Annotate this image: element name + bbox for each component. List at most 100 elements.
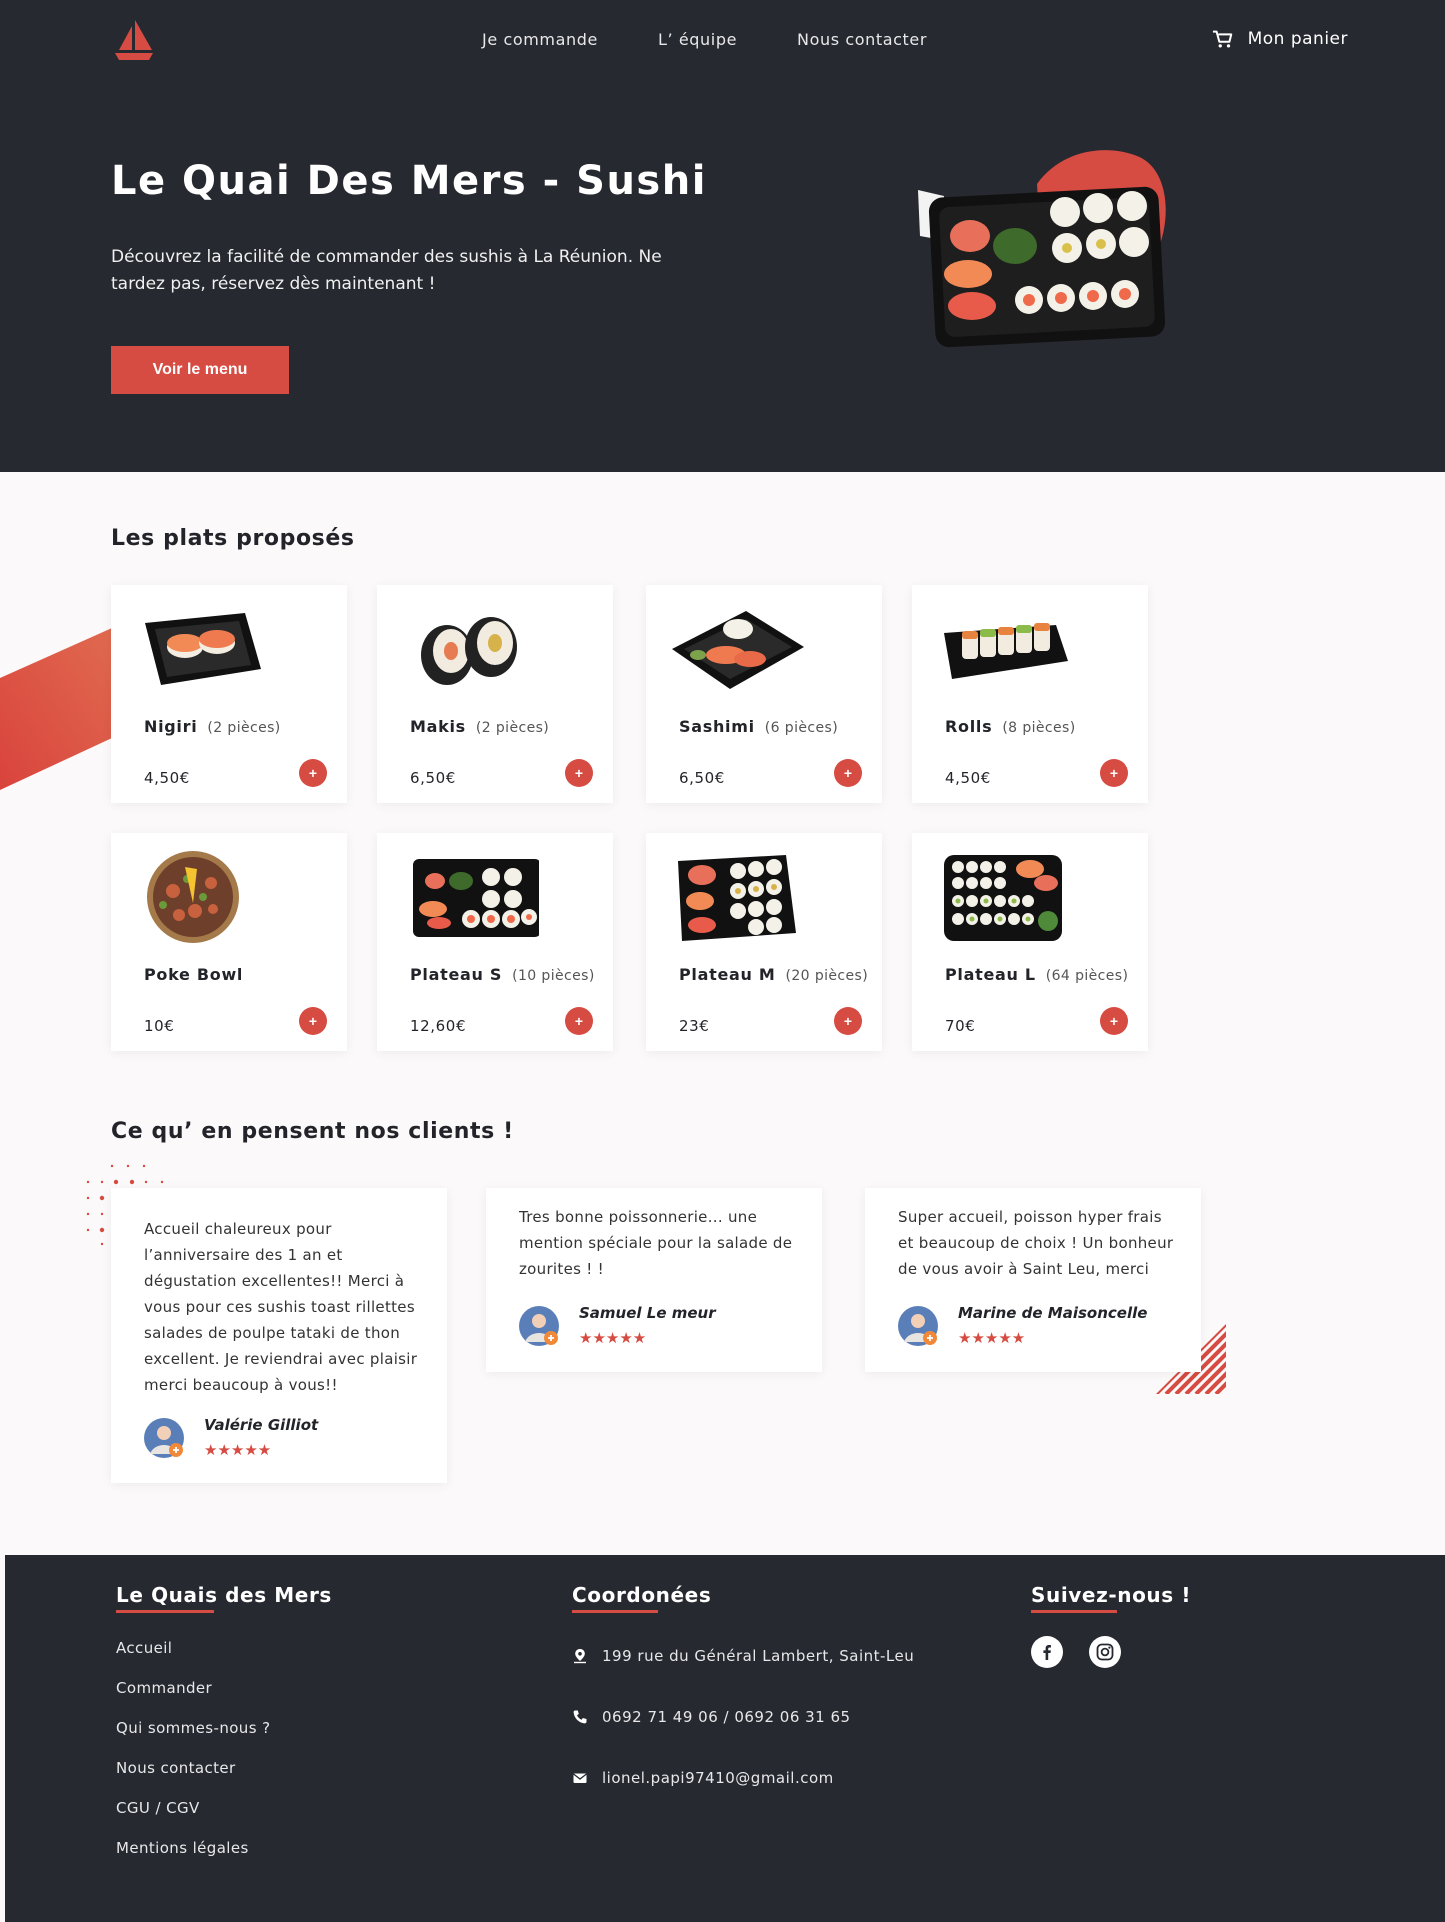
- add-to-cart-button[interactable]: +: [1100, 759, 1128, 787]
- product-name-line: Plateau L (64 pièces): [945, 965, 1128, 984]
- avatar: [144, 1418, 184, 1458]
- makis-image: [421, 617, 517, 685]
- product-name-line: Nigiri (2 pièces): [144, 717, 281, 736]
- rolls-image: [944, 623, 1068, 679]
- review-text: Tres bonne poissonnerie... une mention s…: [519, 1208, 793, 1278]
- review-stars: ★★★★★: [579, 1329, 647, 1347]
- product-price: 10€: [144, 1017, 175, 1035]
- footer-title-underline: [1031, 1610, 1117, 1613]
- avatar: [519, 1306, 559, 1346]
- footer-link-about[interactable]: Qui sommes-nous ?: [116, 1719, 270, 1738]
- sailboat-logo-icon[interactable]: [112, 18, 156, 62]
- add-to-cart-button[interactable]: +: [834, 759, 862, 787]
- footer-link-contact[interactable]: Nous contacter: [116, 1759, 270, 1778]
- footer-title-underline: [572, 1610, 658, 1613]
- product-card-poke-bowl: Poke Bowl 10€ +: [111, 833, 347, 1051]
- review-stars: ★★★★★: [204, 1441, 272, 1459]
- avatar: [898, 1306, 938, 1346]
- view-menu-button[interactable]: Voir le menu: [111, 346, 289, 394]
- footer-contact-title: Coordonées: [572, 1583, 712, 1607]
- nav-links: Je commande L’ équipe Nous contacter: [482, 30, 927, 49]
- nav-link-order[interactable]: Je commande: [482, 30, 598, 49]
- product-name-line: Sashimi (6 pièces): [679, 717, 838, 736]
- product-name: Nigiri: [144, 717, 198, 736]
- product-name: Plateau M: [679, 965, 776, 984]
- product-pieces: (8 pièces): [1002, 720, 1076, 736]
- review-card-samuel: Tres bonne poissonnerie... une mention s…: [486, 1188, 822, 1372]
- product-name: Plateau S: [410, 965, 503, 984]
- product-name: Makis: [410, 717, 466, 736]
- nav-link-team[interactable]: L’ équipe: [658, 30, 737, 49]
- facebook-icon[interactable]: [1031, 1636, 1063, 1668]
- add-to-cart-button[interactable]: +: [299, 1007, 327, 1035]
- footer-email[interactable]: lionel.papi97410@gmail.com: [572, 1769, 834, 1787]
- product-name: Poke Bowl: [144, 965, 244, 984]
- mail-icon: [573, 1773, 587, 1783]
- phone-icon: [573, 1710, 587, 1724]
- add-to-cart-button[interactable]: +: [565, 759, 593, 787]
- sushi-platter-image: [918, 150, 1166, 348]
- cart-label: Mon panier: [1247, 29, 1348, 49]
- product-name-line: Plateau M (20 pièces): [679, 965, 868, 984]
- nav-link-contact[interactable]: Nous contacter: [797, 30, 927, 49]
- location-pin-icon: [574, 1649, 586, 1664]
- product-price: 12,60€: [410, 1017, 467, 1035]
- hero-description: Découvrez la facilité de commander des s…: [111, 247, 662, 294]
- footer-link-legal[interactable]: Mentions légales: [116, 1839, 270, 1858]
- product-price: 6,50€: [410, 769, 456, 787]
- product-price: 23€: [679, 1017, 710, 1035]
- sashimi-image: [672, 611, 804, 689]
- product-pieces: (2 pièces): [207, 720, 281, 736]
- footer-links: Accueil Commander Qui sommes-nous ? Nous…: [116, 1639, 270, 1858]
- product-price: 4,50€: [144, 769, 190, 787]
- product-pieces: (10 pièces): [512, 968, 595, 984]
- product-name-line: Plateau S (10 pièces): [410, 965, 595, 984]
- add-to-cart-button[interactable]: +: [299, 759, 327, 787]
- review-text: Super accueil, poisson hyper frais et be…: [898, 1208, 1174, 1278]
- footer-link-home[interactable]: Accueil: [116, 1639, 270, 1658]
- product-name: Plateau L: [945, 965, 1036, 984]
- footer-phone: 0692 71 49 06 / 0692 06 31 65: [572, 1708, 851, 1726]
- plateau-m-image: [678, 855, 796, 941]
- product-card-makis: Makis (2 pièces) 6,50€ +: [377, 585, 613, 803]
- red-ribbon-decoration: [0, 628, 112, 790]
- product-name: Rolls: [945, 717, 993, 736]
- product-name: Sashimi: [679, 717, 755, 736]
- product-card-plateau-s: Plateau S (10 pièces) 12,60€ +: [377, 833, 613, 1051]
- review-card-valerie: Accueil chaleureux pour l’anniversaire d…: [111, 1188, 447, 1483]
- footer-address-text: 199 rue du Général Lambert, Saint-Leu: [602, 1647, 915, 1665]
- product-card-plateau-l: Plateau L (64 pièces) 70€ +: [912, 833, 1148, 1051]
- product-name-line: Rolls (8 pièces): [945, 717, 1076, 736]
- footer-title-underline: [116, 1610, 214, 1613]
- review-author: Marine de Maisoncelle: [958, 1304, 1148, 1322]
- add-to-cart-button[interactable]: +: [834, 1007, 862, 1035]
- reviews-section-title: Ce qu’ en pensent nos clients !: [111, 1119, 514, 1144]
- poke-bowl-image: [147, 851, 239, 943]
- product-card-plateau-m: Plateau M (20 pièces) 23€ +: [646, 833, 882, 1051]
- hero-section: Le Quai Des Mers - Sushi Découvrez la fa…: [0, 82, 1445, 472]
- review-stars: ★★★★★: [958, 1329, 1026, 1347]
- instagram-icon[interactable]: [1089, 1636, 1121, 1668]
- product-price: 70€: [945, 1017, 976, 1035]
- review-card-marine: Super accueil, poisson hyper frais et be…: [865, 1188, 1201, 1372]
- cart-button[interactable]: Mon panier: [1212, 28, 1348, 50]
- product-name-line: Makis (2 pièces): [410, 717, 549, 736]
- footer-email-text[interactable]: lionel.papi97410@gmail.com: [602, 1769, 834, 1787]
- footer-phone-text: 0692 71 49 06 / 0692 06 31 65: [602, 1708, 851, 1726]
- product-pieces: (2 pièces): [475, 720, 550, 736]
- footer-link-terms[interactable]: CGU / CGV: [116, 1799, 270, 1818]
- add-to-cart-button[interactable]: +: [565, 1007, 593, 1035]
- product-card-rolls: Rolls (8 pièces) 4,50€ +: [912, 585, 1148, 803]
- plateau-l-image: [944, 855, 1062, 941]
- product-name-line: Poke Bowl: [144, 965, 253, 984]
- product-card-nigiri: Nigiri (2 pièces) 4,50€ +: [111, 585, 347, 803]
- add-to-cart-button[interactable]: +: [1100, 1007, 1128, 1035]
- product-price: 4,50€: [945, 769, 991, 787]
- nigiri-image: [145, 613, 261, 685]
- footer-link-order[interactable]: Commander: [116, 1679, 270, 1698]
- product-pieces: (6 pièces): [764, 720, 839, 736]
- footer: Le Quais des Mers Accueil Commander Qui …: [5, 1555, 1445, 1922]
- review-author: Valérie Gilliot: [204, 1416, 319, 1434]
- hero-title: Le Quai Des Mers - Sushi: [111, 158, 707, 204]
- products-section-title: Les plats proposés: [111, 526, 355, 551]
